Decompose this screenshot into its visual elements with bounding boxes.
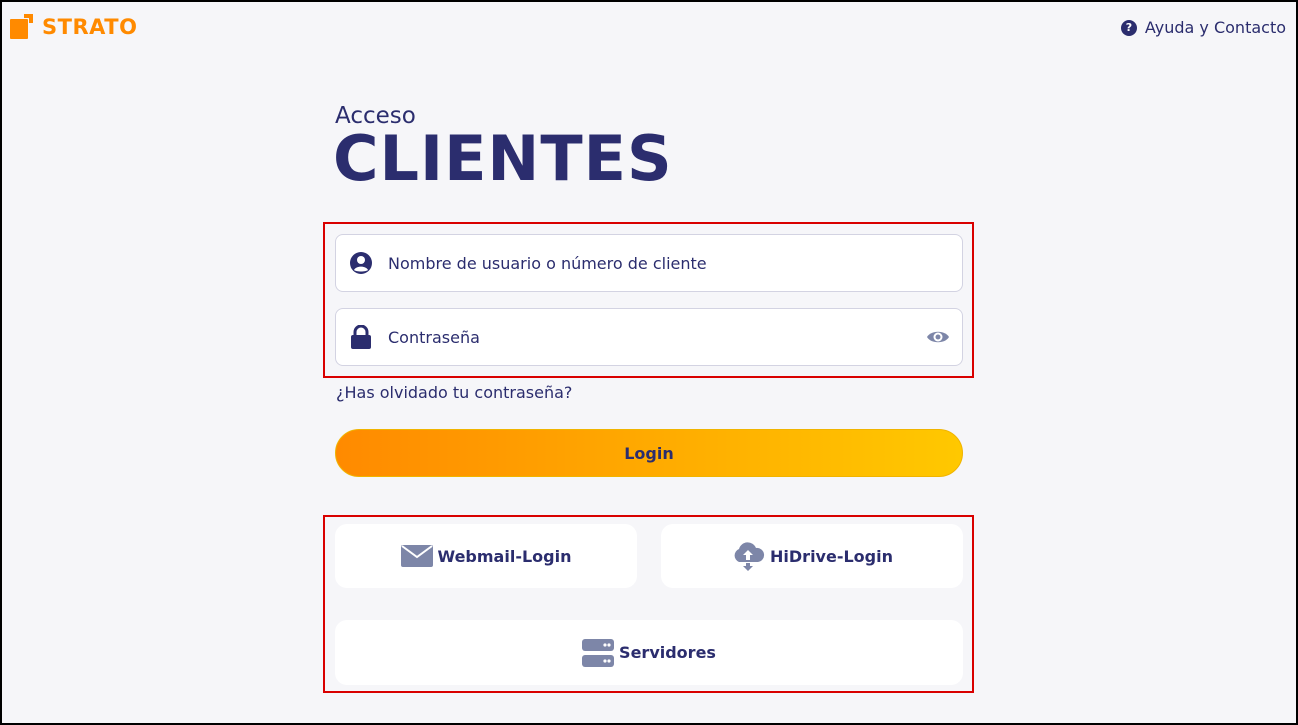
webmail-login-label: Webmail-Login <box>437 546 572 566</box>
server-icon <box>582 638 615 667</box>
strato-logo[interactable]: STRATO <box>10 14 137 40</box>
password-field[interactable] <box>335 308 963 366</box>
servers-button[interactable]: Servidores <box>335 620 963 685</box>
question-circle-icon: ? <box>1120 19 1137 36</box>
cloud-upload-icon <box>731 541 765 571</box>
webmail-login-button[interactable]: Webmail-Login <box>335 524 637 588</box>
forgot-password-link[interactable]: ¿Has olvidado tu contraseña? <box>336 383 572 402</box>
login-button[interactable]: Login <box>335 429 963 477</box>
servers-label: Servidores <box>619 643 716 662</box>
username-input[interactable] <box>386 252 962 274</box>
brand-name: STRATO <box>42 15 138 39</box>
eye-icon[interactable] <box>924 323 952 351</box>
envelope-icon <box>400 545 433 567</box>
hidrive-login-button[interactable]: HiDrive-Login <box>661 524 963 588</box>
lock-icon <box>348 324 374 350</box>
username-field[interactable] <box>335 234 963 292</box>
page-frame: STRATO ? Ayuda y Contacto Acceso CLIENTE… <box>0 0 1298 725</box>
help-contact-label: Ayuda y Contacto <box>1144 18 1286 37</box>
hidrive-login-label: HiDrive-Login <box>770 546 893 566</box>
password-input[interactable] <box>386 326 924 348</box>
help-contact-link[interactable]: ? Ayuda y Contacto <box>1120 18 1286 37</box>
page-title: CLIENTES <box>333 122 673 195</box>
strato-logo-icon <box>10 14 36 40</box>
user-circle-icon <box>348 250 374 276</box>
